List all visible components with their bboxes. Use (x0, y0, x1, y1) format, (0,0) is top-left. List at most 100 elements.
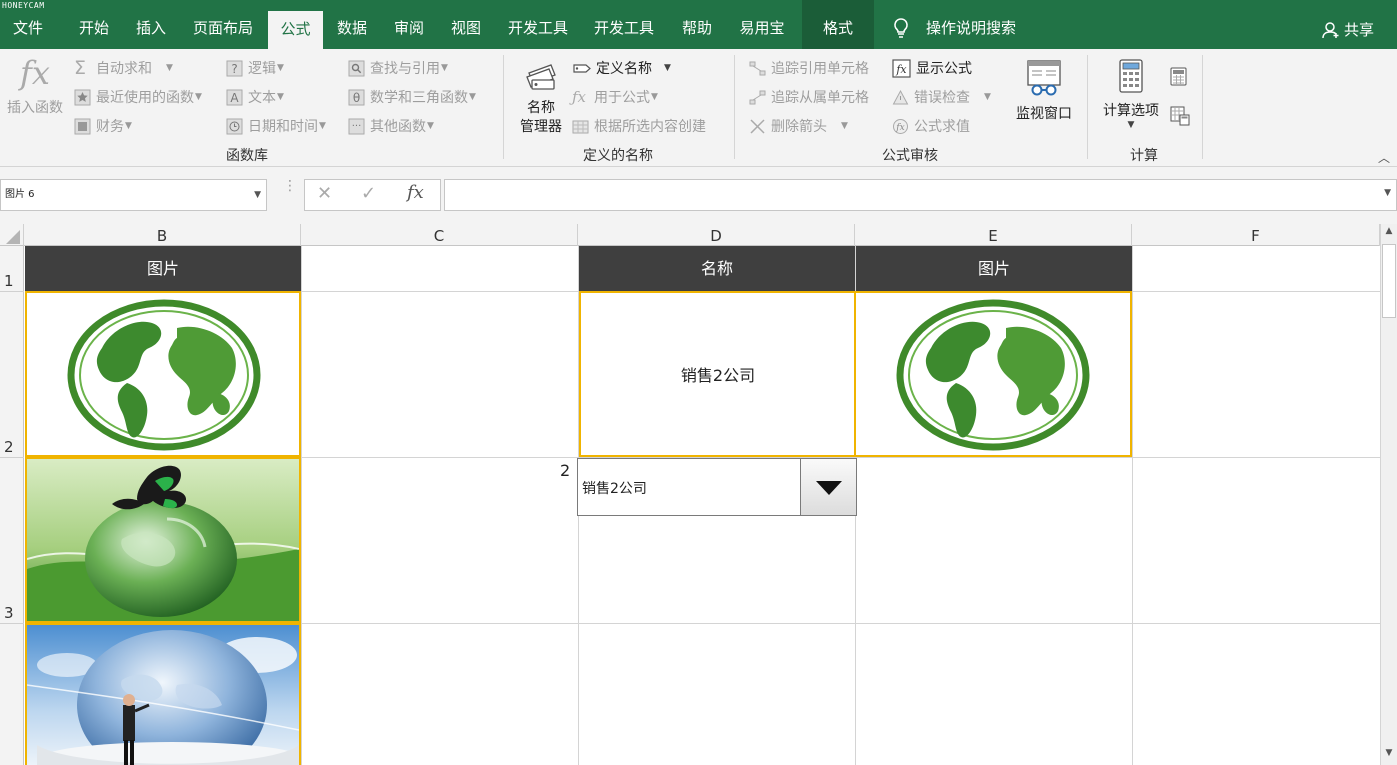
watch-window-button[interactable]: 监视窗口 (1010, 59, 1078, 123)
resize-handle[interactable]: ⋮ (283, 179, 297, 193)
chevron-down-icon: ▼ (841, 121, 848, 131)
tab-review[interactable]: 审阅 (384, 9, 434, 49)
trace-dependents-button[interactable]: 追踪从属单元格 (749, 87, 869, 107)
define-name-label: 定义名称 (596, 61, 652, 77)
text-button[interactable]: A 文本 ▼ (226, 87, 284, 107)
grid-selection-icon (572, 120, 589, 133)
column-header-e[interactable]: E (855, 224, 1132, 246)
row-header-1[interactable]: 1 (0, 272, 24, 290)
recent-functions-button[interactable]: 最近使用的函数 ▼ (74, 87, 202, 107)
trace-precedents-button[interactable]: 追踪引用单元格 (749, 58, 869, 78)
chevron-down-icon: ▼ (469, 92, 476, 102)
tell-me-search[interactable]: 操作说明搜索 (892, 17, 1016, 38)
autosum-button[interactable]: Σ 自动求和 ▼ (74, 58, 173, 78)
tab-formulas[interactable]: 公式 (268, 11, 323, 51)
scroll-up-icon[interactable]: ▲ (1381, 226, 1397, 242)
calculate-now-button[interactable] (1170, 67, 1187, 90)
tab-file[interactable]: 文件 (0, 9, 56, 49)
chevron-down-icon: ▼ (441, 63, 448, 73)
evaluate-formula-button[interactable]: fx 公式求值 (892, 116, 970, 136)
collapse-ribbon-icon[interactable]: ︿ (1378, 149, 1390, 166)
calculate-sheet-button[interactable] (1170, 106, 1190, 130)
error-checking-button[interactable]: 错误检查 ▼ (892, 87, 991, 107)
cancel-icon[interactable]: ✕ (317, 183, 332, 204)
use-in-formula-button[interactable]: ƒx 用于公式 ▼ (572, 87, 658, 107)
check-icon[interactable]: ✓ (361, 183, 376, 204)
tab-data[interactable]: 数据 (327, 9, 377, 49)
ribbon-tab-bar: HONEYCAM 文件 开始 插入 页面布局 公式 数据 审阅 视图 开发工具 … (0, 0, 1397, 51)
lookup-button[interactable]: 查找与引用 ▼ (348, 58, 448, 78)
tab-page-layout[interactable]: 页面布局 (183, 9, 263, 49)
more-functions-button[interactable]: ··· 其他函数 ▼ (348, 116, 434, 136)
chevron-down-icon: ▼ (166, 63, 173, 73)
share-button[interactable]: 共享 (1322, 19, 1374, 40)
math-button[interactable]: θ 数学和三角函数 ▼ (348, 87, 476, 107)
column-header-f[interactable]: F (1132, 224, 1380, 246)
sheet-calculator-icon (1170, 106, 1190, 126)
scroll-down-icon[interactable]: ▼ (1381, 748, 1397, 764)
image-b4[interactable] (25, 623, 301, 765)
tab-developer-2[interactable]: 开发工具 (586, 9, 662, 49)
tab-home[interactable]: 开始 (66, 9, 122, 49)
cell-d1[interactable]: 名称 (579, 246, 855, 291)
datetime-button[interactable]: 日期和时间 ▼ (226, 116, 326, 136)
scrollbar-thumb[interactable] (1382, 244, 1396, 318)
chevron-down-icon: ▼ (319, 121, 326, 131)
tab-developer[interactable]: 开发工具 (500, 9, 576, 49)
svg-text:A: A (230, 91, 239, 105)
create-from-selection-button[interactable]: 根据所选内容创建 (572, 116, 706, 136)
cell-b1[interactable]: 图片 (25, 246, 301, 291)
text-a-icon: A (226, 89, 243, 105)
insert-function-label: 插入函数 (7, 100, 63, 116)
create-from-selection-label: 根据所选内容创建 (594, 119, 706, 135)
globe-butterfly-image (27, 459, 299, 621)
trace-dependents-icon (749, 90, 766, 104)
group-separator (503, 55, 504, 159)
cell-d2[interactable]: 销售2公司 (579, 291, 855, 457)
chevron-down-icon[interactable]: ▼ (254, 180, 261, 210)
tab-insert[interactable]: 插入 (123, 9, 179, 49)
tell-me-label: 操作说明搜索 (926, 19, 1017, 37)
calc-options-button[interactable]: 计算选项 ▼ (1097, 59, 1165, 130)
define-name-button[interactable]: 定义名称 ▼ (572, 58, 671, 78)
financial-button[interactable]: 财务 ▼ (74, 116, 132, 136)
row-header-2[interactable]: 2 (0, 438, 24, 456)
cell-e1[interactable]: 图片 (856, 246, 1132, 291)
ellipsis-icon: ··· (348, 118, 365, 134)
chevron-down-icon[interactable]: ▼ (1384, 188, 1391, 198)
company-combo-box[interactable]: 销售2公司 (577, 458, 857, 516)
chevron-down-icon: ▼ (195, 92, 202, 102)
column-header-d[interactable]: D (578, 224, 855, 246)
image-b3[interactable] (25, 457, 301, 623)
column-header-c[interactable]: C (301, 224, 578, 246)
row-header-3[interactable]: 3 (0, 604, 24, 622)
formula-input[interactable]: ▼ (444, 179, 1397, 211)
tab-easy-treasure[interactable]: 易用宝 (734, 9, 790, 49)
row-headers: 1 2 3 (0, 246, 24, 765)
combo-box-dropdown-button[interactable] (800, 459, 856, 515)
remove-arrows-button[interactable]: 删除箭头 ▼ (749, 116, 848, 136)
insert-function-button[interactable]: fx 插入函数 (4, 55, 66, 117)
name-manager-button[interactable]: 名称 管理器 (514, 61, 568, 137)
group-label-function-library: 函数库 (226, 148, 268, 164)
image-e2[interactable] (854, 291, 1132, 457)
tab-view[interactable]: 视图 (441, 9, 491, 49)
vertical-scrollbar[interactable]: ▲ ▼ (1380, 224, 1397, 765)
chevron-down-icon: ▼ (664, 63, 671, 73)
tab-format[interactable]: 格式 (802, 0, 874, 49)
image-b2[interactable] (25, 291, 301, 457)
watch-window-label: 监视窗口 (1016, 106, 1072, 122)
tab-help[interactable]: 帮助 (672, 9, 722, 49)
show-formulas-button[interactable]: fx 显示公式 (892, 58, 972, 78)
insert-function-icon[interactable]: fx (407, 182, 424, 203)
column-header-b[interactable]: B (24, 224, 301, 246)
select-all-triangle-icon (6, 230, 20, 244)
logical-button[interactable]: ? 逻辑 ▼ (226, 58, 284, 78)
financial-label: 财务 (96, 119, 124, 135)
select-all-button[interactable] (0, 224, 24, 246)
svg-text:···: ··· (352, 121, 362, 132)
trace-precedents-label: 追踪引用单元格 (771, 61, 869, 77)
math-label: 数学和三角函数 (370, 90, 468, 106)
lookup-label: 查找与引用 (370, 61, 440, 77)
name-box[interactable]: 图片 6 ▼ (0, 179, 267, 211)
